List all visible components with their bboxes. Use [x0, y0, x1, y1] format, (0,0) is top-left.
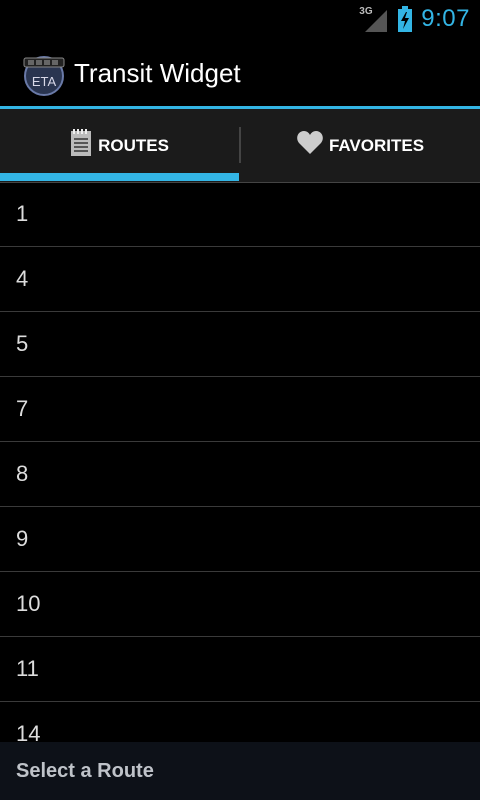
status-bar: 3G 9:07 — [0, 0, 480, 38]
list-item[interactable]: 5 — [0, 312, 480, 377]
status-clock: 9:07 — [421, 5, 470, 32]
route-number: 8 — [16, 461, 29, 486]
route-list[interactable]: 1 4 5 7 8 9 10 11 14 — [0, 182, 480, 742]
tab-bar: ROUTES FAVORITES — [0, 109, 480, 183]
tab-favorites-label: FAVORITES — [328, 135, 425, 155]
list-item[interactable]: 1 — [0, 182, 480, 247]
notepad-icon — [70, 129, 92, 162]
tab-routes-label: ROUTES — [98, 135, 169, 155]
bottom-bar: Select a Route — [0, 742, 480, 800]
list-item[interactable]: 8 — [0, 442, 480, 507]
route-number: 14 — [16, 721, 41, 742]
route-number: 7 — [16, 396, 29, 421]
heart-icon — [297, 131, 323, 160]
route-number: 9 — [16, 526, 29, 551]
route-number: 4 — [16, 266, 29, 291]
signal-icon: 3G — [359, 4, 389, 34]
route-number: 5 — [16, 331, 29, 356]
route-number: 1 — [16, 201, 29, 226]
route-number: 11 — [16, 656, 39, 681]
tab-routes[interactable]: ROUTES — [0, 109, 239, 182]
action-bar: ETA Transit Widget — [0, 38, 480, 109]
select-route-prompt: Select a Route — [16, 759, 154, 782]
battery-charging-icon — [397, 6, 413, 32]
app-title: Transit Widget — [74, 58, 241, 88]
list-item[interactable]: 11 — [0, 637, 480, 702]
tab-favorites[interactable]: FAVORITES — [241, 109, 480, 182]
list-item[interactable]: 14 — [0, 702, 480, 742]
selected-tab-indicator — [0, 173, 239, 181]
list-item[interactable]: 9 — [0, 507, 480, 572]
list-item[interactable]: 7 — [0, 377, 480, 442]
list-item[interactable]: 4 — [0, 247, 480, 312]
app-logo-icon[interactable]: ETA — [20, 52, 68, 96]
list-item[interactable]: 10 — [0, 572, 480, 637]
route-number: 10 — [16, 591, 41, 616]
svg-text:ETA: ETA — [32, 74, 57, 89]
